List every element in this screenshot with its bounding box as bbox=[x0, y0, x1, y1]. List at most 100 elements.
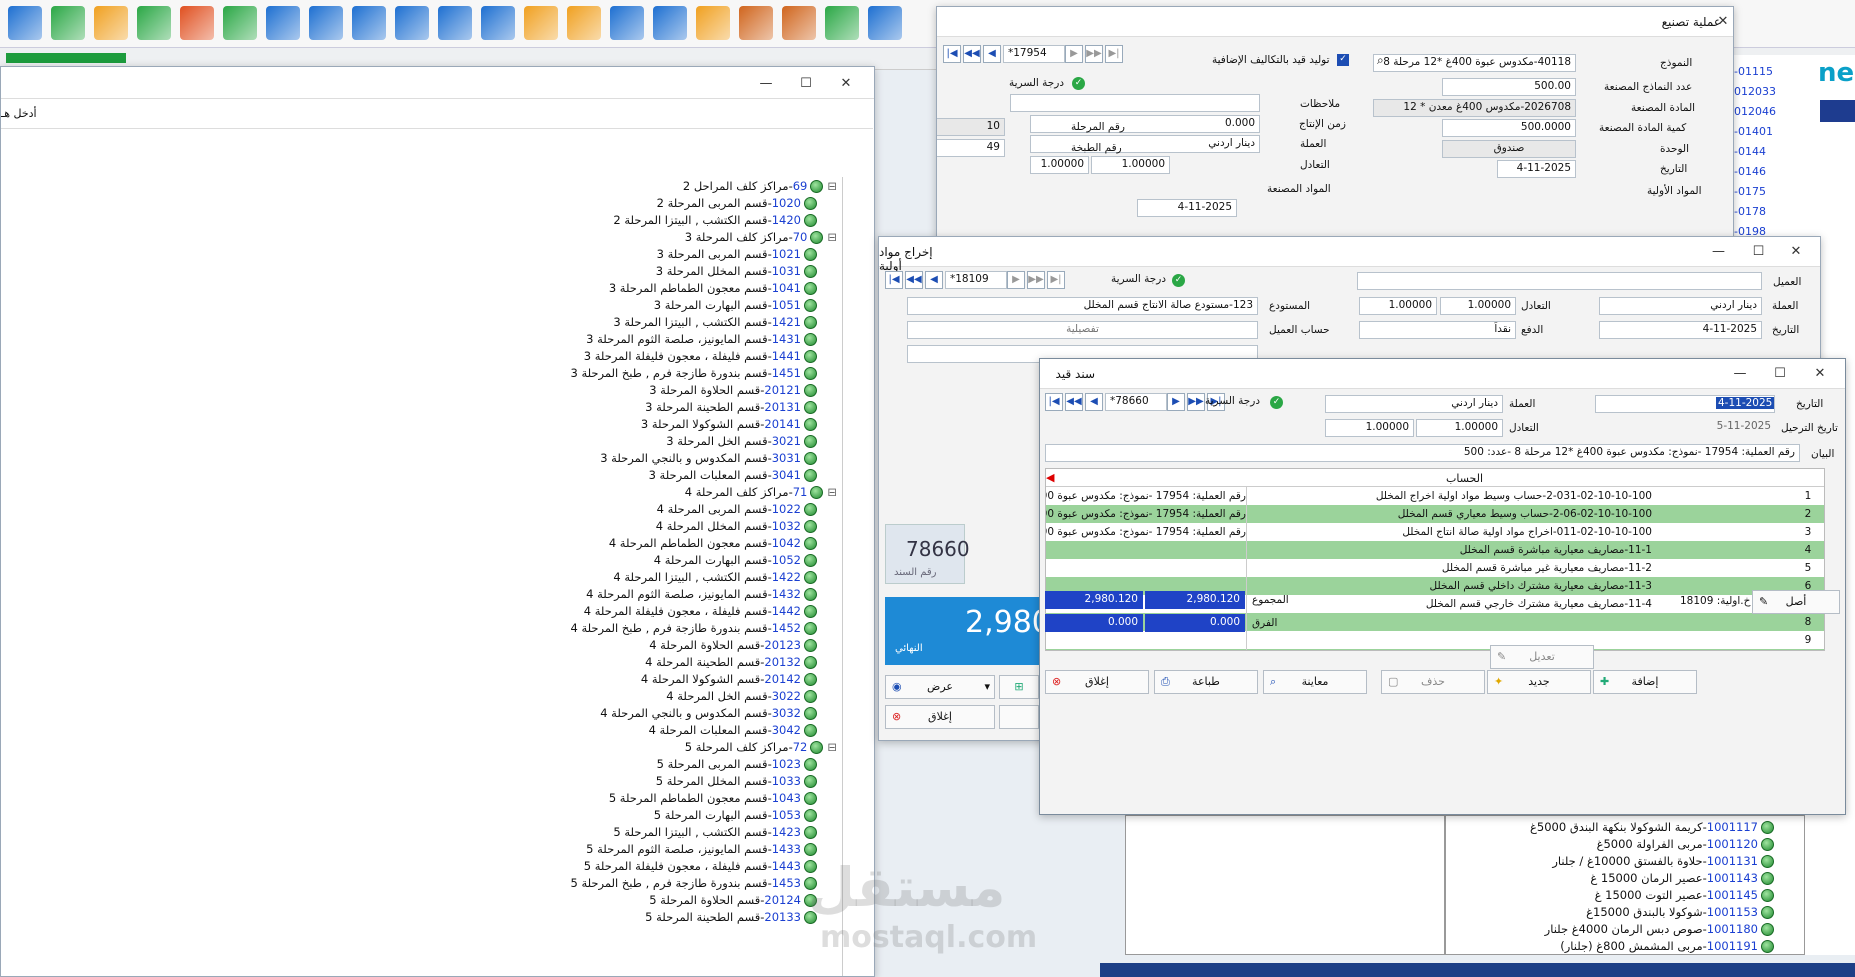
tree-node[interactable]: 3032- قسم المكدوس و بالنجي المرحلة 4 bbox=[600, 704, 817, 722]
list-code[interactable]: -0144 bbox=[1734, 145, 1766, 158]
close-button[interactable]: ⊗ إغلاق bbox=[1045, 670, 1149, 694]
currency-field[interactable]: دينار اردني bbox=[1599, 297, 1762, 315]
list-code[interactable]: -01401 bbox=[1734, 125, 1773, 138]
print-button[interactable]: ⎙ طباعة bbox=[1154, 670, 1258, 694]
tree-button[interactable]: ⊞ bbox=[999, 675, 1039, 699]
tree-node[interactable]: 1051- قسم البهارت المرحلة 3 bbox=[654, 296, 817, 314]
prev-page-button[interactable]: ◀◀ bbox=[1065, 393, 1083, 411]
next-record-button[interactable]: ▶ bbox=[1065, 45, 1083, 63]
journal-row[interactable] bbox=[1046, 631, 1824, 649]
prev-record-button[interactable]: ◀ bbox=[925, 271, 943, 289]
tree-node[interactable]: 1021- قسم المربى المرحلة 3 bbox=[657, 245, 817, 263]
list-code[interactable]: -01115 bbox=[1734, 65, 1773, 78]
tree-node[interactable]: 1453- قسم بندورة طازجة فرم , طبخ المرحلة … bbox=[570, 874, 817, 892]
client-field[interactable] bbox=[1357, 272, 1762, 290]
chart-icon[interactable] bbox=[739, 6, 773, 40]
model-field[interactable]: 40118-مكدوس عبوة 400غ *12 مرحلة 8 bbox=[1373, 54, 1576, 72]
tree-node[interactable]: 1443- قسم فليفلة ، معجون فليفلة المرحلة 5 bbox=[584, 857, 817, 875]
tree-node[interactable]: 20131- قسم الطحينة المرحلة 3 bbox=[645, 398, 817, 416]
tree-node[interactable]: 1421- قسم الكتشب , البيتزا المرحلة 3 bbox=[613, 313, 817, 331]
shield-group-icon[interactable] bbox=[395, 6, 429, 40]
tree-node[interactable]: 1042- قسم معجون الطماطم المرحلة 4 bbox=[609, 534, 817, 552]
next-page-button[interactable]: ▶▶ bbox=[1027, 271, 1045, 289]
tree-group-node[interactable]: ⊟ 70- مراكز كلف المرحلة 3 bbox=[685, 228, 837, 246]
tree-node[interactable]: 1431- قسم المايونيز، صلصة الثوم المرحلة 3 bbox=[586, 330, 817, 348]
view-dropdown[interactable]: ◉ عرض ▾ bbox=[885, 675, 995, 699]
first-record-button[interactable]: |◀ bbox=[1045, 393, 1063, 411]
tree-group-node[interactable]: ⊟ 69- مراكز كلف المراحل 2 bbox=[683, 177, 837, 195]
list-item[interactable]: 1001180- صوص دبس الرمان 4000غ جلنار bbox=[1545, 920, 1774, 938]
tree-node[interactable]: 1432- قسم المايونيز، صلصة الثوم المرحلة 4 bbox=[586, 585, 817, 603]
list-item[interactable]: 1001153- شوكولا بالبندق 15000غ bbox=[1586, 903, 1774, 921]
next-page-button[interactable]: ▶▶ bbox=[1187, 393, 1205, 411]
add-button[interactable]: ✚ إضافة bbox=[1593, 670, 1697, 694]
monitor-icon[interactable] bbox=[266, 6, 300, 40]
material-field[interactable]: 2026708-مكدوس 400غ معدن * 12 bbox=[1373, 99, 1576, 117]
green-action-bar[interactable] bbox=[6, 53, 126, 63]
send-icon[interactable] bbox=[610, 6, 644, 40]
tree-node[interactable]: 1053- قسم البهارت المرحلة 5 bbox=[654, 806, 817, 824]
currency-field[interactable]: دينار اردني bbox=[1030, 135, 1260, 153]
tree-node[interactable]: 20124- قسم الحلاوة المرحلة 5 bbox=[649, 891, 817, 909]
import-icon[interactable] bbox=[137, 6, 171, 40]
layer-field[interactable]: 49 bbox=[937, 139, 1005, 157]
search-input[interactable]: أدخل هـ bbox=[1, 107, 37, 120]
pay-field[interactable]: نقداً bbox=[1359, 321, 1516, 339]
first-record-button[interactable]: |◀ bbox=[885, 271, 903, 289]
next-page-button[interactable]: ▶▶ bbox=[1085, 45, 1103, 63]
shield-user-icon[interactable] bbox=[309, 6, 343, 40]
rate-field-2[interactable]: 1.00000 bbox=[1359, 297, 1437, 315]
collapse-toggle-icon[interactable]: ⊟ bbox=[827, 230, 837, 244]
date-field[interactable]: 4-11-2025 bbox=[1599, 321, 1762, 339]
unit-field[interactable]: صندوق bbox=[1442, 140, 1576, 158]
tree-node[interactable]: 1452- قسم بندورة طازجة فرم , طبخ المرحلة … bbox=[570, 619, 817, 637]
currency-field[interactable]: دينار اردني bbox=[1325, 395, 1503, 413]
next-record-button[interactable]: ▶ bbox=[1167, 393, 1185, 411]
close-button[interactable]: ⊗ إغلاق bbox=[885, 705, 995, 729]
list-item[interactable]: 1001120- مربى الفراولة 5000غ bbox=[1597, 835, 1774, 853]
tree-node[interactable]: 1043- قسم معجون الطماطم المرحلة 5 bbox=[609, 789, 817, 807]
tree-node[interactable]: 3031- قسم المكدوس و بالنجي المرحلة 3 bbox=[600, 449, 817, 467]
currency-icon[interactable] bbox=[223, 6, 257, 40]
account-cell[interactable]: 11-4-مصاريف معيارية مشترك خارجي قسم المخ… bbox=[1426, 598, 1652, 610]
last-record-button[interactable]: ▶| bbox=[1047, 271, 1065, 289]
last-record-button[interactable]: ▶| bbox=[1105, 45, 1123, 63]
qty-field[interactable]: 500.0000 bbox=[1442, 119, 1576, 137]
time-field[interactable]: 0.000 bbox=[1030, 115, 1260, 133]
tree-node[interactable]: 1031- قسم المخلل المرحلة 3 bbox=[656, 262, 817, 280]
journal-row[interactable]: 2-031-02-10-10-100-حساب وسيط مواد اولية … bbox=[1046, 487, 1824, 505]
tree-view[interactable]: ⊟ 69- مراكز كلف المراحل 2 1020- قسم المربى ا… bbox=[1, 177, 843, 976]
close-button[interactable]: ✕ bbox=[826, 73, 866, 95]
note-cell[interactable]: رقم العملية: 17954 -نموذج: مكدوس عبوة 40… bbox=[1046, 526, 1246, 538]
minimize-button[interactable]: — bbox=[1701, 241, 1736, 263]
tree-node[interactable]: 20133- قسم الطحينة المرحلة 5 bbox=[645, 908, 817, 926]
receive-icon[interactable] bbox=[653, 6, 687, 40]
upload-box-icon[interactable] bbox=[524, 6, 558, 40]
record-number[interactable]: *18109 bbox=[945, 271, 1007, 289]
notes-field[interactable] bbox=[1010, 94, 1260, 112]
list-code[interactable]: -0175 bbox=[1734, 185, 1766, 198]
account-cell[interactable]: 11-3-مصاريف معيارية مشترك داخلي قسم المخ… bbox=[1430, 580, 1652, 592]
account-cell[interactable]: 11-2-مصاريف معيارية غير مباشرة قسم المخل… bbox=[1442, 562, 1652, 574]
tree-group-node[interactable]: ⊟ 71- مراكز كلف المرحلة 4 bbox=[685, 483, 837, 501]
tree-node[interactable]: 1020- قسم المربى المرحلة 2 bbox=[657, 194, 817, 212]
close-button[interactable]: ✕ bbox=[1781, 241, 1811, 263]
tree-node[interactable]: 1023- قسم المربى المرحلة 5 bbox=[657, 755, 817, 773]
list-item[interactable]: 1001131- حلاوة بالفستق 10000غ / جلنار bbox=[1552, 852, 1774, 870]
list-code[interactable]: -0146 bbox=[1734, 165, 1766, 178]
tree-node[interactable]: 1423- قسم الكتشب , البيتزا المرحلة 5 bbox=[613, 823, 817, 841]
rate-field-1[interactable]: 1.00000 bbox=[1091, 156, 1170, 174]
tree-node[interactable]: 1420- قسم الكتشب , البيتزا المرحلة 2 bbox=[613, 211, 817, 229]
list-code[interactable]: 012046 bbox=[1734, 105, 1776, 118]
tree-node[interactable]: 1022- قسم المربى المرحلة 4 bbox=[657, 500, 817, 518]
tree-node[interactable]: 1433- قسم المايونيز، صلصة الثوم المرحلة 5 bbox=[586, 840, 817, 858]
prev-record-button[interactable]: ◀ bbox=[1085, 393, 1103, 411]
settings-grid-icon[interactable] bbox=[696, 6, 730, 40]
warehouse-field[interactable]: 123-مستودع صالة الانتاج قسم المخلل bbox=[907, 297, 1258, 315]
tree-node[interactable]: 20123- قسم الحلاوة المرحلة 4 bbox=[649, 636, 817, 654]
chart-up-icon[interactable] bbox=[782, 6, 816, 40]
tree-node[interactable]: 20121- قسم الحلاوة المرحلة 3 bbox=[649, 381, 817, 399]
tree-node[interactable]: 1032- قسم المخلل المرحلة 4 bbox=[656, 517, 817, 535]
calculator-icon[interactable] bbox=[8, 6, 42, 40]
post-date-field[interactable]: 5-11-2025 bbox=[1595, 419, 1775, 437]
